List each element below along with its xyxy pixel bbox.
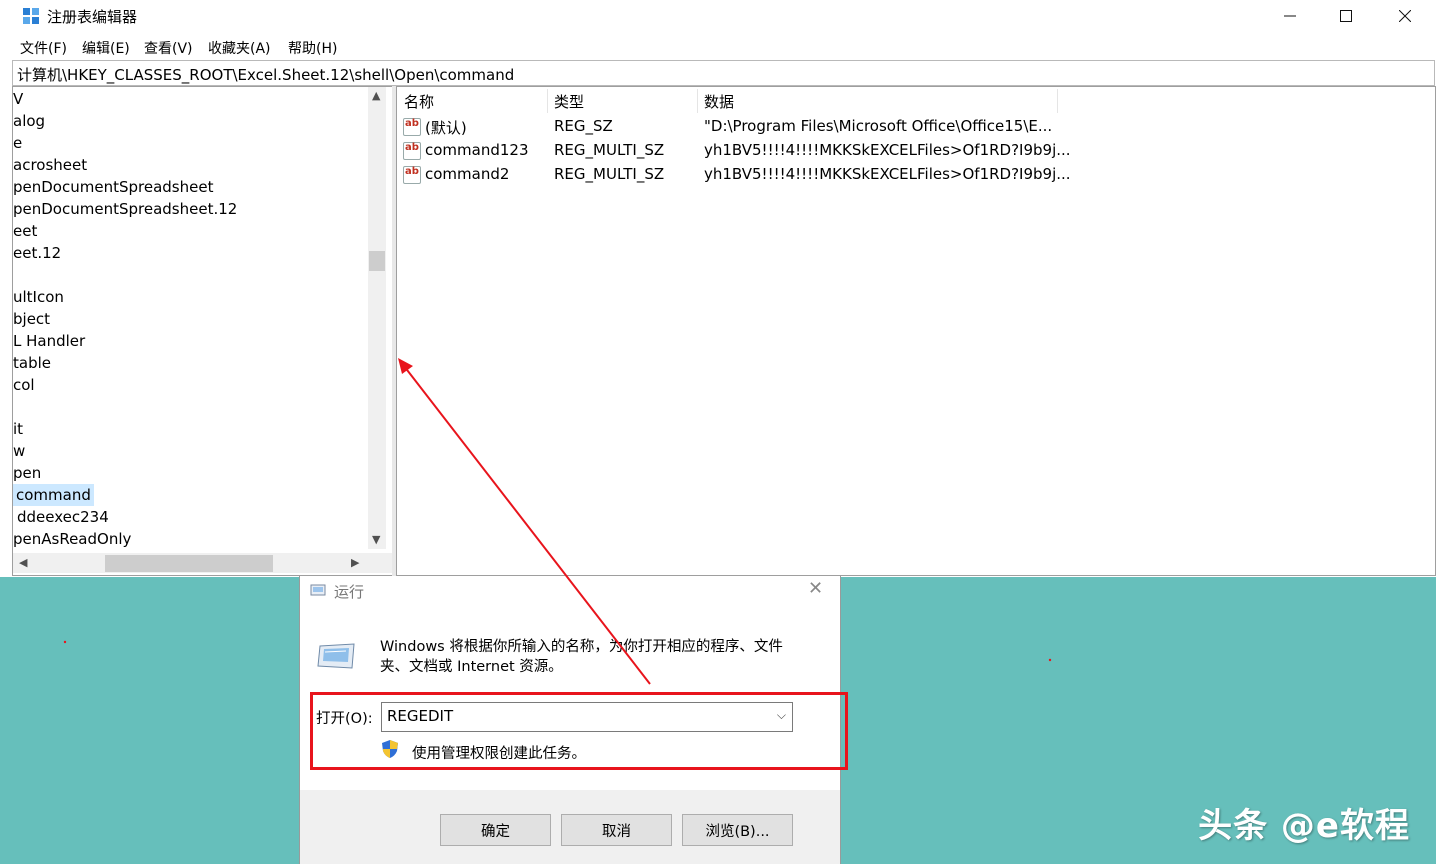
watermark: 头条 @e软程 <box>1198 806 1410 846</box>
annotation-arrow <box>63 358 1052 685</box>
